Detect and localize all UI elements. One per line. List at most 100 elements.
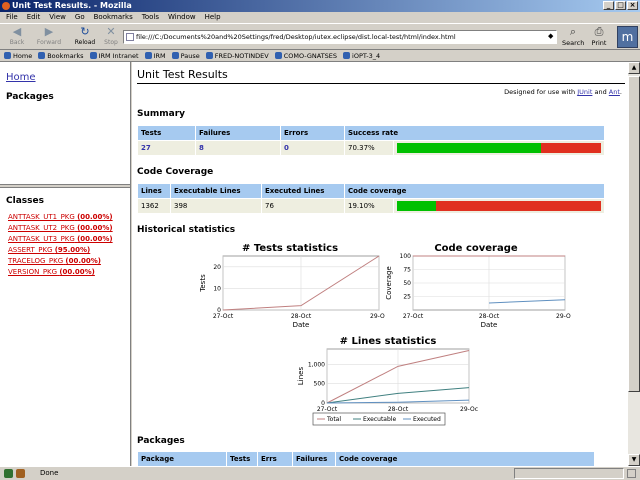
bookmark-icon (171, 52, 179, 59)
y-tick-label: 100 (400, 253, 412, 260)
bookmark-como-gnatses[interactable]: COMO-GNATSES (274, 50, 337, 61)
column-header: Code coverage (336, 452, 594, 466)
ant-link[interactable]: Ant (609, 88, 620, 96)
url-input[interactable]: file:///C:/Documents%20and%20Settings/fr… (123, 30, 557, 44)
tests-cell[interactable]: 27 (138, 141, 195, 155)
class-link[interactable]: ANTTASK_UT1_PKG (00.00%) (8, 212, 113, 223)
class-name: ANTTASK_UT2_PKG (8, 224, 75, 232)
bookmark-fred-notindev[interactable]: FRED-NOTINDEV (205, 50, 269, 61)
column-header: Package (138, 452, 226, 466)
junit-link[interactable]: JUnit (577, 88, 592, 96)
class-link[interactable]: ANTTASK_UT2_PKG (00.00%) (8, 223, 113, 234)
title-divider (137, 83, 625, 84)
y-axis-label: Tests (199, 274, 207, 293)
success-rate-bar-cell (394, 141, 604, 155)
bookmark-icon (274, 52, 282, 59)
success-rate-bar (397, 143, 601, 153)
chart-title: Code coverage (434, 243, 518, 254)
column-header: Tests (138, 126, 195, 140)
bookmark-home[interactable]: Home (4, 50, 32, 61)
table-row: 27 8 0 70.37% (138, 141, 604, 155)
home-link[interactable]: Home (6, 72, 36, 83)
coverage-table: Lines Executable Lines Executed Lines Co… (137, 183, 605, 214)
bookmark-irm-intranet[interactable]: IRM Intranet (89, 50, 139, 61)
y-tick-label: 20 (213, 264, 221, 271)
x-axis-label: Date (293, 321, 310, 329)
class-link[interactable]: TRACELOG_PKG (00.00%) (8, 256, 113, 267)
bookmark-pause[interactable]: Pause (171, 50, 200, 61)
mail-icon[interactable] (16, 469, 25, 478)
stop-label: Stop (104, 39, 118, 46)
bookmark-irm[interactable]: IRM (144, 50, 166, 61)
status-bar: Done (0, 466, 640, 480)
stop-icon: ✕ (106, 25, 116, 38)
designed-and: and (594, 88, 607, 96)
menu-tools[interactable]: Tools (142, 12, 159, 23)
security-lock-icon[interactable] (627, 469, 636, 478)
page-icon (126, 33, 134, 41)
y-tick-label: 1,000 (308, 361, 325, 368)
scroll-down-arrow-icon[interactable]: ▼ (628, 454, 640, 466)
forward-button[interactable]: ▶ Forward (34, 25, 64, 50)
close-button[interactable]: × (627, 1, 638, 10)
coverage-bar (397, 201, 601, 211)
historical-statistics-heading: Historical statistics (137, 225, 236, 235)
class-link[interactable]: ASSERT_PKG (95.00%) (8, 245, 113, 256)
chart-title: # Lines statistics (340, 336, 437, 347)
y-tick-label: 0 (217, 307, 221, 314)
code-coverage-heading: Code Coverage (137, 167, 214, 177)
class-link[interactable]: ANTTASK_UT3_PKG (00.00%) (8, 234, 113, 245)
y-tick-label: 75 (403, 267, 411, 274)
reload-label: Reload (74, 39, 96, 46)
bookmark-bookmarks[interactable]: Bookmarks (38, 50, 84, 61)
menu-view[interactable]: View (49, 12, 66, 23)
vertical-scrollbar[interactable]: ▲ ▼ (628, 62, 640, 466)
failures-cell[interactable]: 8 (196, 141, 280, 155)
class-pct: (00.00%) (77, 224, 113, 232)
code-coverage-chart: Code coverage 27-Oct 28-Oct 29-Oc 25 50 75 100 D… (381, 240, 571, 330)
class-pct: (00.00%) (65, 257, 101, 265)
lines-statistics-chart: # Lines statistics 27-Oct 28-Oct 29-Oc 0 500 1… (293, 333, 483, 429)
menu-edit[interactable]: Edit (27, 12, 41, 23)
packages-table: Package Tests Errs Failures Code coverag… (137, 451, 595, 466)
x-tick-label: 29-Oc (460, 406, 478, 413)
class-pct: (95.00%) (54, 246, 91, 254)
minimize-button[interactable]: _ (603, 1, 614, 10)
summary-table: Tests Failures Errors Success rate 27 8 … (137, 125, 605, 156)
covered-bar-fill (397, 201, 436, 211)
y-axis-label: Coverage (385, 266, 393, 300)
url-dropdown-icon[interactable]: ◆ (548, 32, 553, 40)
menu-help[interactable]: Help (205, 12, 221, 23)
class-name: TRACELOG_PKG (8, 257, 64, 265)
failure-bar-fill (540, 143, 601, 153)
stop-button[interactable]: ✕ Stop (96, 25, 126, 50)
back-button[interactable]: ◀ Back (2, 25, 32, 50)
maximize-button[interactable]: □ (615, 1, 626, 10)
progress-segment (514, 468, 624, 479)
uncovered-bar-fill (435, 201, 601, 211)
reload-icon: ↻ (80, 25, 90, 38)
frame-splitter[interactable] (0, 184, 130, 188)
class-link[interactable]: VERSION_PKG (00.00%) (8, 267, 113, 278)
menu-file[interactable]: File (6, 12, 18, 23)
page-title: Unit Test Results (137, 68, 228, 81)
chart-legend: Total Executable Executed (312, 412, 446, 426)
menu-go[interactable]: Go (75, 12, 85, 23)
scroll-up-arrow-icon[interactable]: ▲ (628, 62, 640, 74)
scroll-thumb[interactable] (628, 76, 640, 392)
home-icon (4, 52, 11, 59)
navigator-icon[interactable] (4, 469, 13, 478)
designed-suffix: . (619, 88, 622, 96)
menu-window[interactable]: Window (168, 12, 196, 23)
errors-cell[interactable]: 0 (281, 141, 344, 155)
legend-entry: Executable (363, 416, 396, 423)
y-tick-label: 10 (213, 285, 221, 292)
y-tick-label: 0 (321, 400, 325, 407)
search-button[interactable]: ⌕ Search (562, 25, 584, 50)
tests-statistics-chart: # Tests statistics27-Oct28-Oct29-Oc01020… (195, 240, 385, 330)
mozilla-throbber-icon[interactable]: m (617, 26, 638, 48)
column-header: Failures (293, 452, 335, 466)
bookmark-iopt[interactable]: iOPT-3_4 (343, 50, 380, 61)
menu-bookmarks[interactable]: Bookmarks (94, 12, 133, 23)
print-button[interactable]: ⎙ Print (588, 25, 610, 50)
